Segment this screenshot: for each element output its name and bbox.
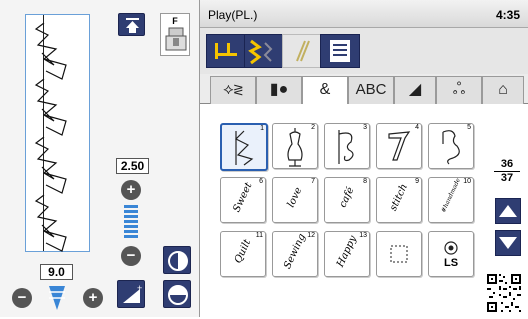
stitch-cell[interactable]: 7 love [272, 177, 318, 223]
stitch-number: 7 [311, 178, 315, 185]
stitch-cell[interactable] [376, 231, 422, 277]
length-plus-button[interactable]: + [83, 288, 103, 308]
character-stitch-category-button[interactable] [282, 34, 322, 68]
presser-foot-indicator: F [160, 13, 190, 56]
stitch-grid: 1 2 3 4 5 6 Sweet 7 love 8 café 9 stitch… [200, 104, 528, 317]
stitch-cell[interactable]: 3 [324, 123, 370, 169]
stitch-cell[interactable]: 8 café [324, 177, 370, 223]
width-level-icon [124, 205, 138, 238]
stitch-cell[interactable]: 5 [428, 123, 474, 169]
arrow-down-icon [499, 237, 517, 249]
stitch-cell[interactable]: 11 Quilt [220, 231, 266, 277]
length-minus-button[interactable]: − [12, 288, 32, 308]
stitch-tabs: ⟡≷ ▮● & ABC ◢ ஃ ⌂ [200, 74, 528, 106]
decorative-stitch-icon [248, 39, 273, 65]
category-toolbar [200, 28, 528, 74]
stitch-cell[interactable]: 10 #handmade [428, 177, 474, 223]
stitch-word: Quilt [232, 237, 254, 266]
stitch-cell[interactable]: 6 Sweet [220, 177, 266, 223]
stitch-word: Happy [335, 234, 359, 269]
utility-stitch-category-button[interactable] [206, 34, 246, 68]
stitch-word: stitch [388, 182, 410, 213]
tab-satin[interactable]: ◢ [394, 76, 436, 105]
dotted-box-icon [390, 245, 408, 263]
page-current: 36 [494, 158, 520, 172]
stitch-length-value: 9.0 [40, 264, 73, 280]
presser-foot-label: F [172, 16, 178, 26]
tab-utility[interactable]: ⟡≷ [210, 76, 256, 105]
stitch-number: 5 [467, 124, 471, 131]
character-stitch-icon [296, 40, 310, 62]
stitch-width-value: 2.50 [116, 158, 149, 174]
decorative-stitch-category-button[interactable] [244, 34, 284, 68]
stitch-number: 6 [259, 178, 263, 185]
tab-buttonhole[interactable]: ▮● [256, 76, 302, 105]
arrow-up-icon [499, 205, 517, 217]
stitch-cell[interactable]: 1 [220, 123, 268, 171]
elongation-icon: + [123, 283, 142, 303]
svg-text:+: + [137, 283, 142, 293]
length-level-icon [49, 286, 65, 310]
mirror-vertical-icon [168, 251, 188, 271]
stitch-word: Sweet [231, 181, 255, 214]
utility-stitch-icon [215, 43, 237, 59]
mirror-vertical-button[interactable] [163, 246, 191, 274]
stitch-cell[interactable]: LS [428, 231, 474, 277]
stitch-number: 3 [363, 124, 367, 131]
mode-title: Play(PL.) [208, 8, 258, 22]
stitch-word: LS [443, 257, 459, 269]
title-bar: Play(PL.) 4:35 [200, 0, 528, 28]
clock: 4:35 [495, 8, 520, 22]
mirror-horizontal-icon [168, 285, 188, 305]
memory-list-icon [330, 40, 350, 62]
stitch-cell[interactable]: 13 Happy [324, 231, 370, 277]
page-total: 37 [500, 172, 514, 184]
stitch-number: 1 [260, 125, 264, 132]
tab-decorative[interactable]: & [302, 76, 348, 106]
page-down-button[interactable] [495, 230, 521, 256]
qr-code-icon [487, 274, 521, 312]
tab-combine[interactable]: ஃ [436, 76, 482, 105]
width-plus-button[interactable]: + [121, 180, 141, 200]
tab-shirt[interactable]: ⌂ [482, 76, 524, 105]
stitch-pattern-preview-icon [34, 22, 67, 252]
stitch-cell[interactable]: 2 [272, 123, 318, 169]
mirror-horizontal-button[interactable] [163, 280, 191, 308]
page-indicator: 36 37 [494, 158, 520, 185]
qr-code[interactable] [485, 272, 523, 314]
stitch-number: 4 [415, 124, 419, 131]
stitch-number: 10 [463, 178, 471, 185]
page-up-button[interactable] [495, 198, 521, 224]
stitch-cell[interactable]: 9 stitch [376, 177, 422, 223]
stitch-word: Sewing [282, 232, 308, 271]
width-minus-button[interactable]: − [121, 246, 141, 266]
needle-position-icon [126, 18, 139, 33]
elongation-button[interactable]: + [117, 280, 145, 308]
presser-foot-icon [165, 27, 187, 51]
stitch-word: #handmade [440, 177, 462, 214]
stitch-cell[interactable]: 4 [376, 123, 422, 169]
stitch-preview [25, 14, 90, 252]
stitch-number: 11 [255, 232, 263, 239]
stitch-number: 2 [311, 124, 315, 131]
memory-category-button[interactable] [320, 34, 360, 68]
stitch-word: love [285, 185, 305, 210]
stitch-cell[interactable]: 12 Sewing [272, 231, 318, 277]
tab-alphabet[interactable]: ABC [348, 76, 394, 105]
needle-up-down-button[interactable] [118, 13, 145, 36]
stitch-word: café [337, 185, 357, 210]
stitch-number: 9 [415, 178, 419, 185]
stitch-number: 8 [363, 178, 367, 185]
